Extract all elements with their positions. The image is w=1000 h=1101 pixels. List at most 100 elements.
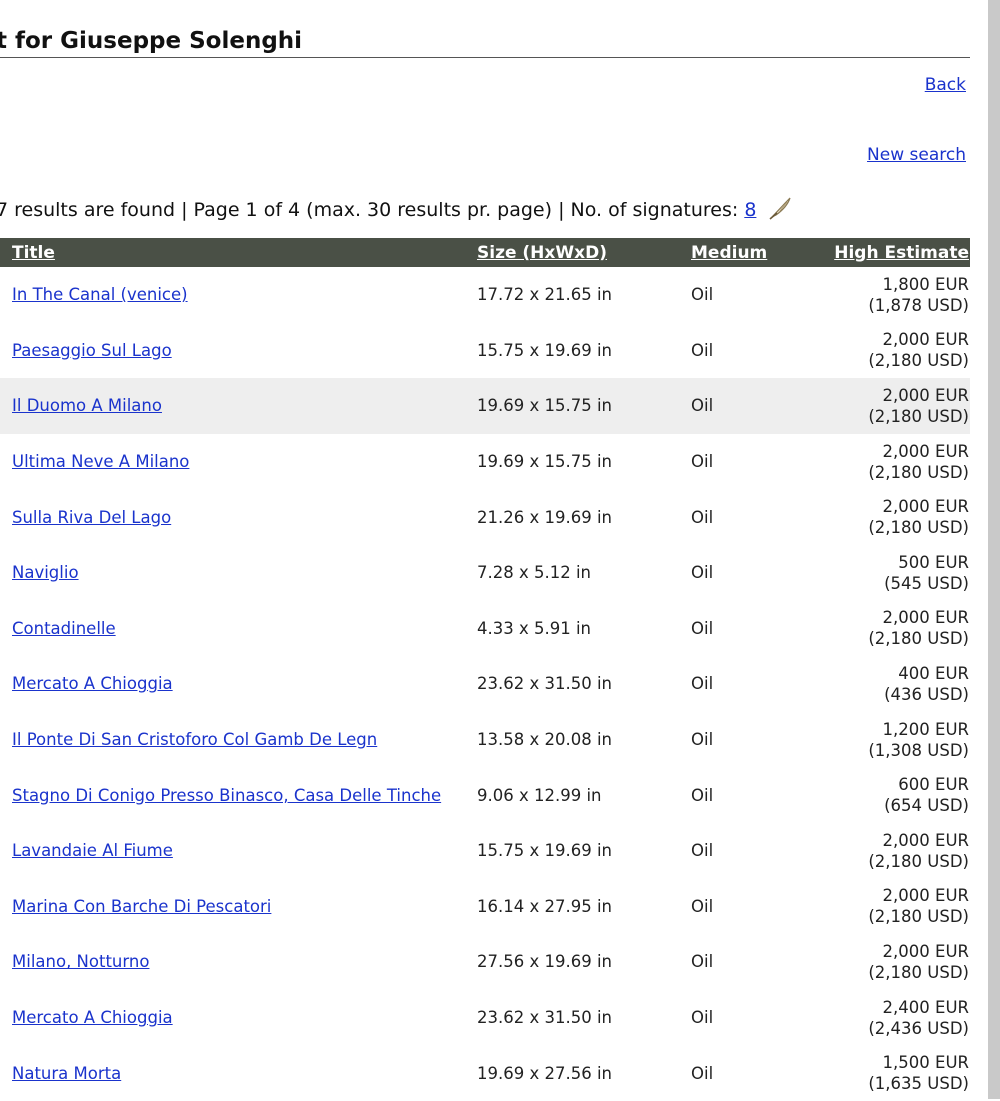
artwork-title-link[interactable]: Lavandaie Al Fiume	[12, 841, 173, 860]
cell-medium: Oil	[691, 378, 817, 434]
cell-high-estimate: 600 EUR (654 USD)	[817, 767, 970, 823]
vertical-scrollbar[interactable]	[988, 0, 1000, 1099]
page-title-text: t for Giuseppe Solenghi	[0, 28, 303, 54]
estimate-eur: 2,000 EUR	[882, 330, 969, 350]
cell-title: Mercato A Chioggia	[0, 990, 477, 1046]
table-row: Natura Morta 19.69 x 27.56 in Oil 1,500 …	[0, 1045, 970, 1101]
estimate-usd: (436 USD)	[884, 684, 969, 704]
cell-medium: Oil	[691, 730, 714, 750]
cell-high-estimate: 2,000 EUR (2,180 USD)	[817, 879, 970, 935]
column-header-title[interactable]: Title	[0, 238, 477, 267]
back-link[interactable]: Back	[925, 75, 966, 95]
cell-medium: Oil	[691, 952, 714, 972]
cell-title: Milano, Notturno	[0, 934, 477, 990]
table-row: In The Canal (venice) 17.72 x 21.65 in O…	[0, 267, 970, 323]
column-header-title-label[interactable]: Title	[12, 243, 55, 263]
table-row: Milano, Notturno 27.56 x 19.69 in Oil 2,…	[0, 934, 970, 990]
column-header-size[interactable]: Size (HxWxD)	[477, 238, 691, 267]
table-row: Sulla Riva Del Lago 21.26 x 19.69 in Oil…	[0, 489, 970, 545]
estimate-eur: 500 EUR	[898, 552, 969, 572]
artwork-title-link[interactable]: In The Canal (venice)	[12, 285, 188, 304]
cell-size: 19.69 x 15.75 in	[477, 378, 691, 434]
cell-medium: Oil	[691, 1063, 714, 1083]
cell-size: 17.72 x 21.65 in	[477, 285, 613, 305]
cell-medium: Oil	[691, 452, 714, 472]
cell-medium: Oil	[691, 563, 714, 583]
cell-title: Contadinelle	[0, 601, 477, 657]
cell-high-estimate: 500 EUR (545 USD)	[817, 545, 970, 601]
table-header-row: Title Size (HxWxD) Medium High Estimate	[0, 238, 970, 267]
cell-title: Naviglio	[0, 545, 477, 601]
artwork-title-link[interactable]: Milano, Notturno	[12, 952, 149, 971]
table-row: Naviglio 7.28 x 5.12 in Oil 500 EUR (545 …	[0, 545, 970, 601]
estimate-eur: 1,800 EUR	[882, 274, 969, 294]
artwork-title-link[interactable]: Il Ponte Di San Cristoforo Col Gamb De L…	[12, 730, 377, 749]
artwork-title-link[interactable]: Paesaggio Sul Lago	[12, 341, 172, 360]
estimate-usd: (2,180 USD)	[868, 962, 969, 982]
cell-title: Ultima Neve A Milano	[0, 434, 477, 490]
estimate-eur: 2,000 EUR	[882, 941, 969, 961]
estimate-usd: (545 USD)	[884, 573, 969, 593]
estimate-eur: 1,500 EUR	[882, 1053, 969, 1073]
cell-high-estimate: 2,000 EUR (2,180 USD)	[817, 323, 970, 379]
cell-medium: Oil	[691, 841, 714, 861]
cell-medium: Oil	[691, 674, 714, 694]
table-row: Lavandaie Al Fiume 15.75 x 19.69 in Oil …	[0, 823, 970, 879]
column-header-medium[interactable]: Medium	[691, 238, 817, 267]
estimate-eur: 2,000 EUR	[882, 830, 969, 850]
results-summary: 7 results are found | Page 1 of 4 (max. …	[0, 196, 794, 225]
cell-size: 16.14 x 27.95 in	[477, 896, 613, 916]
cell-size: 23.62 x 31.50 in	[477, 674, 613, 694]
artwork-title-link[interactable]: Contadinelle	[12, 619, 116, 638]
cell-title: Marina Con Barche Di Pescatori	[0, 879, 477, 935]
estimate-eur: 2,000 EUR	[882, 886, 969, 906]
cell-size: 4.33 x 5.91 in	[477, 618, 592, 638]
cell-size: 19.69 x 27.56 in	[477, 1063, 613, 1083]
artwork-title-link[interactable]: Il Duomo A Milano	[12, 396, 162, 415]
quill-pen-icon[interactable]	[768, 196, 794, 225]
artwork-title-link[interactable]: Stagno Di Conigo Presso Binasco, Casa De…	[12, 786, 441, 805]
table-row: Ultima Neve A Milano 19.69 x 15.75 in Oi…	[0, 434, 970, 490]
artwork-title-link[interactable]: Mercato A Chioggia	[12, 1008, 173, 1027]
cell-size: 15.75 x 19.69 in	[477, 340, 613, 360]
cell-high-estimate: 2,000 EUR (2,180 USD)	[817, 434, 970, 490]
column-header-high-estimate-label[interactable]: High Estimate	[834, 243, 969, 263]
table-row: Mercato A Chioggia 23.62 x 31.50 in Oil …	[0, 656, 970, 712]
page-title: t for Giuseppe Solenghi	[0, 24, 970, 58]
cell-size: 27.56 x 19.69 in	[477, 952, 613, 972]
table-row: Stagno Di Conigo Presso Binasco, Casa De…	[0, 767, 970, 823]
cell-title: Paesaggio Sul Lago	[0, 323, 477, 379]
estimate-eur: 600 EUR	[898, 775, 969, 795]
table-row: Mercato A Chioggia 23.62 x 31.50 in Oil …	[0, 990, 970, 1046]
cell-high-estimate: 2,000 EUR (2,180 USD)	[817, 823, 970, 879]
artwork-title-link[interactable]: Naviglio	[12, 563, 79, 582]
table-row-highlighted: Il Duomo A Milano 19.69 x 15.75 in Oil 2…	[0, 378, 970, 434]
column-header-size-label[interactable]: Size (HxWxD)	[477, 243, 607, 263]
artwork-title-link[interactable]: Sulla Riva Del Lago	[12, 508, 171, 527]
signatures-count-link[interactable]: 8	[744, 199, 756, 221]
cell-size: 19.69 x 15.75 in	[477, 452, 613, 472]
cell-medium: Oil	[691, 1008, 714, 1028]
artwork-title-link[interactable]: Natura Morta	[12, 1064, 121, 1083]
cell-title: Sulla Riva Del Lago	[0, 489, 477, 545]
cell-title: Stagno Di Conigo Presso Binasco, Casa De…	[0, 767, 477, 823]
new-search-link[interactable]: New search	[867, 145, 966, 165]
estimate-eur: 1,200 EUR	[882, 719, 969, 739]
table-row: Il Ponte Di San Cristoforo Col Gamb De L…	[0, 712, 970, 768]
artwork-title-link[interactable]: Mercato A Chioggia	[12, 674, 173, 693]
cell-size: 7.28 x 5.12 in	[477, 563, 592, 583]
cell-title: Il Ponte Di San Cristoforo Col Gamb De L…	[0, 712, 477, 768]
cell-medium: Oil	[691, 507, 714, 527]
column-header-medium-label[interactable]: Medium	[691, 243, 767, 263]
estimate-eur: 2,400 EUR	[882, 997, 969, 1017]
cell-size: 9.06 x 12.99 in	[477, 785, 602, 805]
artwork-title-link[interactable]: Marina Con Barche Di Pescatori	[12, 897, 271, 916]
artwork-title-link[interactable]: Ultima Neve A Milano	[12, 452, 189, 471]
cell-high-estimate: 1,800 EUR (1,878 USD)	[817, 267, 970, 323]
results-table: Title Size (HxWxD) Medium High Estimate …	[0, 238, 970, 1101]
table-row: Contadinelle 4.33 x 5.91 in Oil 2,000 EU…	[0, 601, 970, 657]
estimate-usd: (2,180 USD)	[868, 851, 969, 871]
table-row: Marina Con Barche Di Pescatori 16.14 x 2…	[0, 879, 970, 935]
column-header-high-estimate[interactable]: High Estimate	[817, 238, 970, 267]
cell-title: Natura Morta	[0, 1045, 477, 1101]
